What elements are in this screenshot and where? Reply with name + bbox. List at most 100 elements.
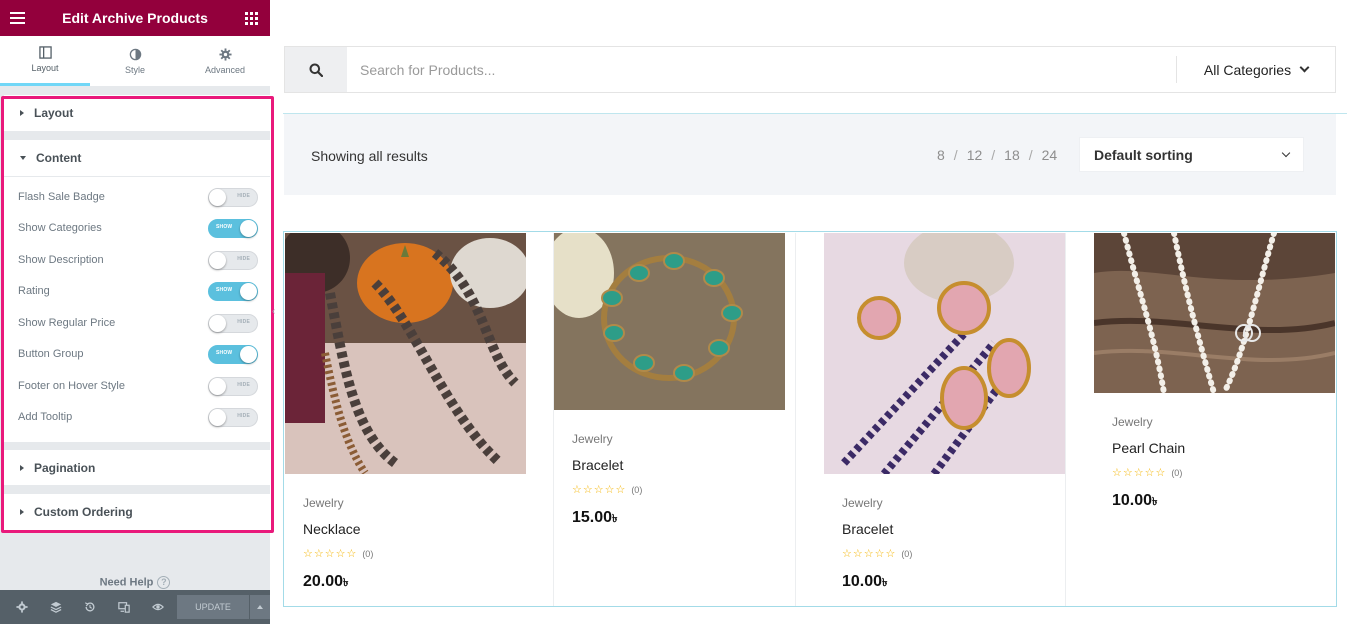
responsive-mode-icon[interactable] xyxy=(107,590,141,624)
product-price: 10.00৳ xyxy=(842,573,1047,593)
section-pagination[interactable]: Pagination xyxy=(4,450,270,485)
separator: / xyxy=(991,147,996,163)
control-label: Footer on Hover Style xyxy=(18,380,125,392)
panel-tabs: Layout Style Advanced xyxy=(0,36,270,87)
product-card[interactable]: Jewelry Necklace ☆☆☆☆☆ (0) 20.00৳ xyxy=(280,223,530,606)
per-page-option-18[interactable]: 18 xyxy=(1004,147,1020,163)
control-label: Rating xyxy=(18,285,50,297)
tab-style-label: Style xyxy=(124,64,145,75)
settings-gear-icon[interactable] xyxy=(5,590,39,624)
history-icon[interactable] xyxy=(73,590,107,624)
section-custom-ordering[interactable]: Custom Ordering xyxy=(4,494,270,530)
control-label: Show Categories xyxy=(18,222,102,234)
show-description-toggle[interactable]: HIDE xyxy=(208,250,258,270)
sorting-dropdown-label: Default sorting xyxy=(1094,146,1193,163)
product-title[interactable]: Necklace xyxy=(303,521,508,537)
price-value: 20.00 xyxy=(303,573,344,590)
category-dropdown-label: All Categories xyxy=(1203,61,1292,78)
per-page-option-24[interactable]: 24 xyxy=(1042,147,1058,163)
editor-sidebar: Edit Archive Products Layout Style Advan… xyxy=(0,0,274,624)
section-pagination-header[interactable]: Pagination xyxy=(4,450,270,486)
control-footer-hover-style: Footer on Hover Style HIDE xyxy=(18,375,258,397)
separator: / xyxy=(953,147,958,163)
per-page-option-8[interactable]: 8 xyxy=(937,147,945,163)
control-show-categories: Show Categories SHOW xyxy=(18,217,258,239)
search-button[interactable] xyxy=(285,47,347,92)
product-card[interactable]: Jewelry Bracelet ☆☆☆☆☆ (0) 15.00৳ xyxy=(544,228,785,606)
currency-symbol: ৳ xyxy=(612,513,618,525)
product-price: 10.00৳ xyxy=(1112,492,1317,512)
gear-icon xyxy=(218,47,232,61)
question-circle-icon: ? xyxy=(157,576,171,589)
category-dropdown[interactable]: All Categories xyxy=(1177,47,1335,92)
sorting-dropdown[interactable]: Default sorting xyxy=(1079,137,1304,172)
product-card[interactable]: Jewelry Bracelet ☆☆☆☆☆ (0) 10.00৳ xyxy=(824,223,1065,606)
control-label: Button Group xyxy=(18,348,84,360)
product-image-bracelet[interactable] xyxy=(544,228,785,410)
show-categories-toggle[interactable]: SHOW xyxy=(208,218,258,238)
product-title[interactable]: Bracelet xyxy=(572,457,767,473)
result-count: Showing all results xyxy=(311,148,428,164)
product-image-necklace[interactable] xyxy=(280,223,530,476)
product-search-bar: All Categories xyxy=(284,46,1336,93)
rating-toggle[interactable]: SHOW xyxy=(208,281,258,301)
update-button[interactable]: UPDATE xyxy=(177,595,249,619)
section-content: Content Flash Sale Badge HIDE Show Categ… xyxy=(4,140,270,442)
product-category[interactable]: Jewelry xyxy=(1112,415,1317,429)
price-value: 15.00 xyxy=(572,509,613,526)
control-show-regular-price: Show Regular Price HIDE xyxy=(18,312,258,334)
section-pagination-title: Pagination xyxy=(34,461,96,475)
section-layout-header[interactable]: Layout xyxy=(4,95,270,131)
product-category[interactable]: Jewelry xyxy=(842,496,1047,510)
caret-right-icon xyxy=(20,509,24,515)
tab-advanced[interactable]: Advanced xyxy=(180,36,270,86)
section-content-title: Content xyxy=(36,151,82,165)
section-layout-title: Layout xyxy=(34,106,74,120)
section-layout[interactable]: Layout xyxy=(4,95,270,131)
control-label: Flash Sale Badge xyxy=(18,191,105,203)
rating-stars-icon: ☆☆☆☆☆ xyxy=(303,548,358,560)
control-add-tooltip: Add Tooltip HIDE xyxy=(18,406,258,428)
currency-symbol: ৳ xyxy=(343,577,349,589)
hamburger-menu-icon[interactable] xyxy=(10,9,25,27)
control-button-group: Button Group SHOW xyxy=(18,343,258,365)
update-options-chevron-icon[interactable] xyxy=(250,595,270,619)
per-page-option-12[interactable]: 12 xyxy=(967,147,983,163)
card-divider xyxy=(795,233,796,606)
tab-layout-label: Layout xyxy=(31,63,59,73)
layers-icon[interactable] xyxy=(39,590,73,624)
product-title[interactable]: Bracelet xyxy=(842,521,1047,537)
product-category[interactable]: Jewelry xyxy=(303,496,508,510)
show-regular-price-toggle[interactable]: HIDE xyxy=(208,313,258,333)
apps-grid-icon[interactable] xyxy=(245,11,258,25)
section-custom-ordering-header[interactable]: Custom Ordering xyxy=(4,494,270,530)
collapse-panel-chevron-icon[interactable]: ‹ xyxy=(272,306,275,317)
product-title[interactable]: Pearl Chain xyxy=(1112,440,1317,456)
product-card[interactable]: Jewelry Pearl Chain ☆☆☆☆☆ (0) 10.00৳ xyxy=(1093,230,1336,606)
need-help-link[interactable]: Need Help? xyxy=(0,576,270,589)
star-rating: ☆☆☆☆☆ (0) xyxy=(1112,466,1317,479)
chevron-down-icon xyxy=(1281,148,1291,157)
product-category[interactable]: Jewelry xyxy=(572,432,767,446)
button-group-toggle[interactable]: SHOW xyxy=(208,344,258,364)
add-tooltip-toggle[interactable]: HIDE xyxy=(208,407,258,427)
layout-icon xyxy=(38,46,52,59)
product-image-earrings[interactable] xyxy=(824,223,1065,477)
flash-sale-badge-toggle[interactable]: HIDE xyxy=(208,187,258,207)
review-count: (0) xyxy=(901,548,913,559)
search-input[interactable] xyxy=(347,47,1176,92)
product-price: 15.00৳ xyxy=(572,509,767,529)
chevron-down-icon xyxy=(1299,62,1310,73)
tab-layout[interactable]: Layout xyxy=(0,36,90,86)
tab-style[interactable]: Style xyxy=(90,36,180,86)
control-label: Add Tooltip xyxy=(18,411,73,423)
star-rating: ☆☆☆☆☆ (0) xyxy=(303,547,508,560)
footer-hover-style-toggle[interactable]: HIDE xyxy=(208,376,258,396)
product-grid: Jewelry Necklace ☆☆☆☆☆ (0) 20.00৳ Jewelr… xyxy=(280,223,1337,607)
control-show-description: Show Description HIDE xyxy=(18,249,258,271)
section-content-header[interactable]: Content xyxy=(4,140,270,176)
control-label: Show Regular Price xyxy=(18,317,116,329)
preview-eye-icon[interactable] xyxy=(141,590,175,624)
rating-stars-icon: ☆☆☆☆☆ xyxy=(1112,467,1167,479)
product-image-pearl-chain[interactable] xyxy=(1093,230,1336,396)
